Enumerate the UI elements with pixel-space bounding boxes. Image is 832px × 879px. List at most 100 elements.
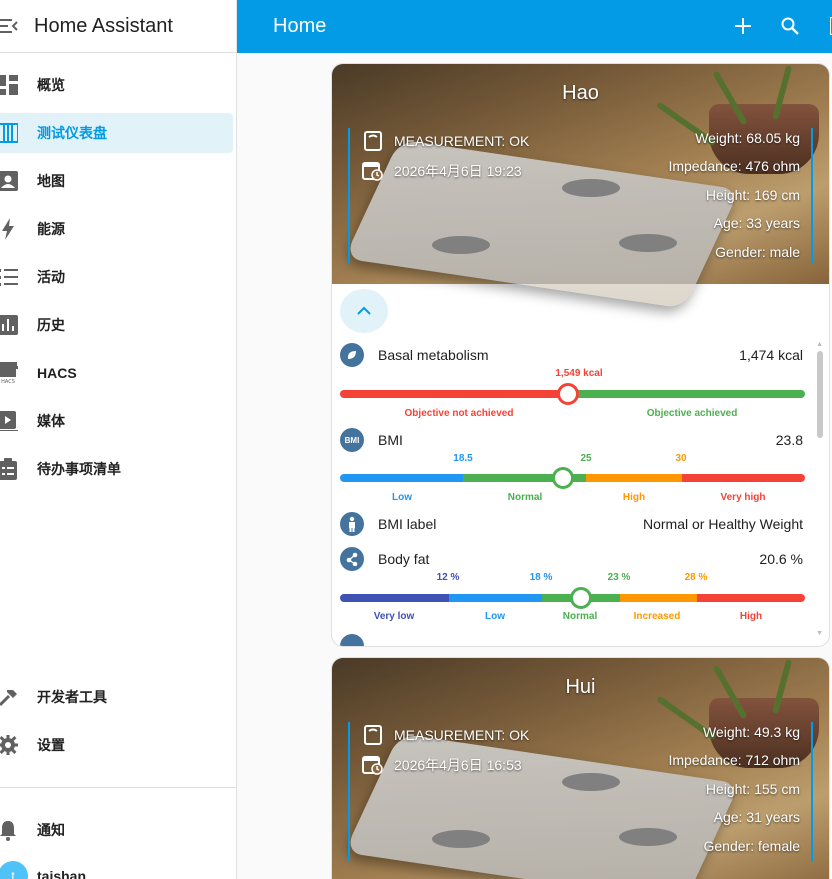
- person-name: Hao: [562, 82, 599, 104]
- scale-card-hui: Hui MEASUREMENT: OK 2026年4月6日 16:53 Weig…: [331, 657, 830, 879]
- play-box-icon: [0, 409, 20, 433]
- cog-icon: [0, 733, 20, 757]
- attribute-basal-metabolism[interactable]: Basal metabolism 1,474 kcal: [340, 342, 803, 368]
- sidebar-item-media[interactable]: 媒体: [0, 401, 233, 441]
- molecule-icon: [340, 547, 364, 571]
- sidebar-item-label: HACS: [37, 365, 77, 381]
- scroll-down-arrow-icon[interactable]: ▼: [816, 630, 823, 637]
- avatar: t: [0, 861, 28, 879]
- sidebar-item-label: 媒体: [37, 413, 65, 429]
- accent-bar-left: [348, 128, 350, 263]
- metric-weight: Weight: 68.05 kg: [695, 130, 800, 146]
- attributes-scrollbar[interactable]: [817, 351, 823, 438]
- gauge-zone-label: Increased: [633, 611, 681, 622]
- sidebar-item-label: 概览: [37, 77, 65, 93]
- sidebar-item-map[interactable]: 地图: [0, 161, 233, 201]
- sidebar-item-label: 通知: [37, 822, 65, 838]
- gauge-segment-red: [697, 594, 805, 602]
- sidebar-item-test-dashboard[interactable]: 测试仪表盘: [0, 113, 233, 153]
- next-attribute-icon: [340, 634, 364, 646]
- lightning-bolt-icon: [0, 217, 20, 241]
- bmi-icon: BMI: [340, 428, 364, 452]
- avatar-initial: t: [11, 869, 15, 879]
- attribute-bmi-label[interactable]: BMI label Normal or Healthy Weight: [340, 511, 803, 537]
- gauge-zone-label: High: [622, 492, 646, 503]
- assist-icon[interactable]: [823, 14, 832, 38]
- sidebar-item-hacs[interactable]: HACS HACS: [0, 353, 233, 393]
- gauge-tick-label: 18 %: [529, 572, 553, 583]
- gauge-segment-blue: [340, 474, 463, 482]
- sidebar-item-todo[interactable]: 待办事项清单: [0, 449, 233, 489]
- measurement-time: 2026年4月6日 19:23: [362, 160, 522, 182]
- chevron-up-icon: [357, 302, 371, 320]
- measurement-time-text: 2026年4月6日 19:23: [394, 163, 522, 179]
- calendar-clock-icon: [362, 160, 384, 182]
- menu-open-icon[interactable]: [0, 16, 18, 36]
- gauge-zone-label: Objective achieved: [646, 408, 738, 419]
- human-icon: [340, 512, 364, 536]
- attribute-body-fat[interactable]: Body fat 20.6 %: [340, 546, 803, 572]
- view-column-icon: [0, 121, 20, 145]
- gauge-zone-label: Normal: [562, 611, 598, 622]
- add-icon[interactable]: [731, 14, 755, 38]
- measurement-status: MEASUREMENT: OK: [362, 130, 529, 152]
- attribute-name: Body fat: [378, 551, 430, 567]
- gauge-knob: [570, 587, 592, 609]
- gauge-zone-label: Low: [392, 492, 412, 503]
- sidebar-item-energy[interactable]: 能源: [0, 209, 233, 249]
- person-name: Hui: [565, 676, 596, 698]
- gauge-segment-green: [568, 390, 805, 398]
- hacs-icon: HACS: [0, 361, 20, 385]
- measurement-time: 2026年4月6日 16:53: [362, 754, 522, 776]
- leaf-icon: [340, 343, 364, 367]
- app-title: Home Assistant: [34, 14, 173, 37]
- gauge-zone-label: High: [739, 611, 763, 622]
- sidebar-item-label: 设置: [37, 737, 65, 753]
- attribute-bmi[interactable]: BMI BMI 23.8: [340, 427, 803, 453]
- sidebar-item-label: 能源: [37, 221, 65, 237]
- user-name: taishan: [37, 868, 87, 879]
- gauge-tick-label: 28 %: [684, 572, 708, 583]
- hammer-icon: [0, 685, 20, 709]
- gauge-tick-label: 23 %: [607, 572, 631, 583]
- clipboard-list-icon: [0, 457, 20, 481]
- metric-weight: Weight: 49.3 kg: [702, 724, 800, 740]
- attribute-value: 20.6 %: [759, 551, 803, 567]
- collapse-button[interactable]: [340, 289, 388, 333]
- sidebar-item-label: 活动: [37, 269, 65, 285]
- sidebar-item-logbook[interactable]: 活动: [0, 257, 233, 297]
- bell-icon: [0, 818, 20, 842]
- sidebar-header: Home Assistant: [0, 0, 236, 53]
- attribute-name: BMI: [378, 432, 403, 448]
- metric-height: Height: 169 cm: [705, 187, 800, 203]
- gauge-segment-indigo: [340, 594, 449, 602]
- metric-impedance: Impedance: 476 ohm: [668, 158, 800, 174]
- gauge-segment-red: [682, 474, 805, 482]
- gauge-tick-label: 25: [580, 453, 592, 464]
- card-background-image: Hui MEASUREMENT: OK 2026年4月6日 16:53 Weig…: [332, 658, 829, 879]
- scroll-up-arrow-icon[interactable]: ▲: [816, 341, 823, 348]
- format-list-icon: [0, 265, 20, 289]
- gauge-segment-orange: [620, 594, 697, 602]
- sidebar-item-history[interactable]: 历史: [0, 305, 233, 345]
- sidebar-item-label: 待办事项清单: [37, 461, 121, 477]
- account-box-icon: [0, 169, 20, 193]
- sidebar-item-notifications[interactable]: 通知: [0, 810, 233, 850]
- gauge-knob: [552, 467, 574, 489]
- sidebar-item-developer-tools[interactable]: 开发者工具: [0, 677, 233, 717]
- sidebar-item-user[interactable]: t taishan: [0, 856, 233, 879]
- search-icon[interactable]: [778, 14, 802, 38]
- sidebar-item-settings[interactable]: 设置: [0, 725, 233, 765]
- sidebar-item-label: 历史: [37, 317, 65, 333]
- gauge-segment-orange: [586, 474, 682, 482]
- sidebar-item-overview[interactable]: 概览: [0, 65, 233, 105]
- gauge-tick-label: 30: [675, 453, 687, 464]
- measurement-status-text: MEASUREMENT: OK: [394, 133, 530, 149]
- dashboard-icon: [0, 73, 20, 97]
- metric-height: Height: 155 cm: [705, 781, 800, 797]
- gauge-marker-label: 1,549 kcal: [555, 368, 603, 379]
- metric-impedance: Impedance: 712 ohm: [668, 752, 800, 768]
- svg-text:HACS: HACS: [1, 379, 15, 384]
- sidebar-item-label: 测试仪表盘: [37, 125, 107, 141]
- attribute-value: Normal or Healthy Weight: [642, 516, 803, 532]
